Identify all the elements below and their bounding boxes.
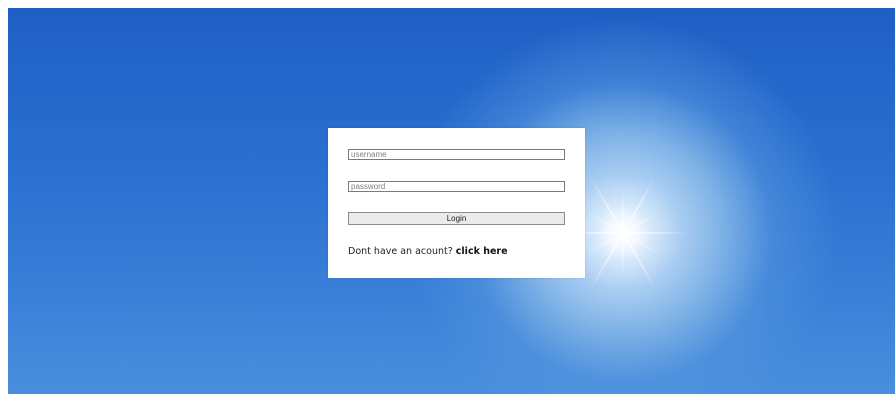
login-panel: Login Dont have an acount? click here <box>328 128 585 278</box>
page: Login Dont have an acount? click here <box>0 0 895 394</box>
signup-prompt-line: Dont have an acount? click here <box>348 246 508 257</box>
signup-link[interactable]: click here <box>456 246 508 257</box>
sun-ray <box>622 188 624 278</box>
login-button[interactable]: Login <box>348 212 565 225</box>
signup-prompt-text: Dont have an acount? <box>348 246 453 257</box>
username-input[interactable] <box>348 149 565 160</box>
password-input[interactable] <box>348 181 565 192</box>
